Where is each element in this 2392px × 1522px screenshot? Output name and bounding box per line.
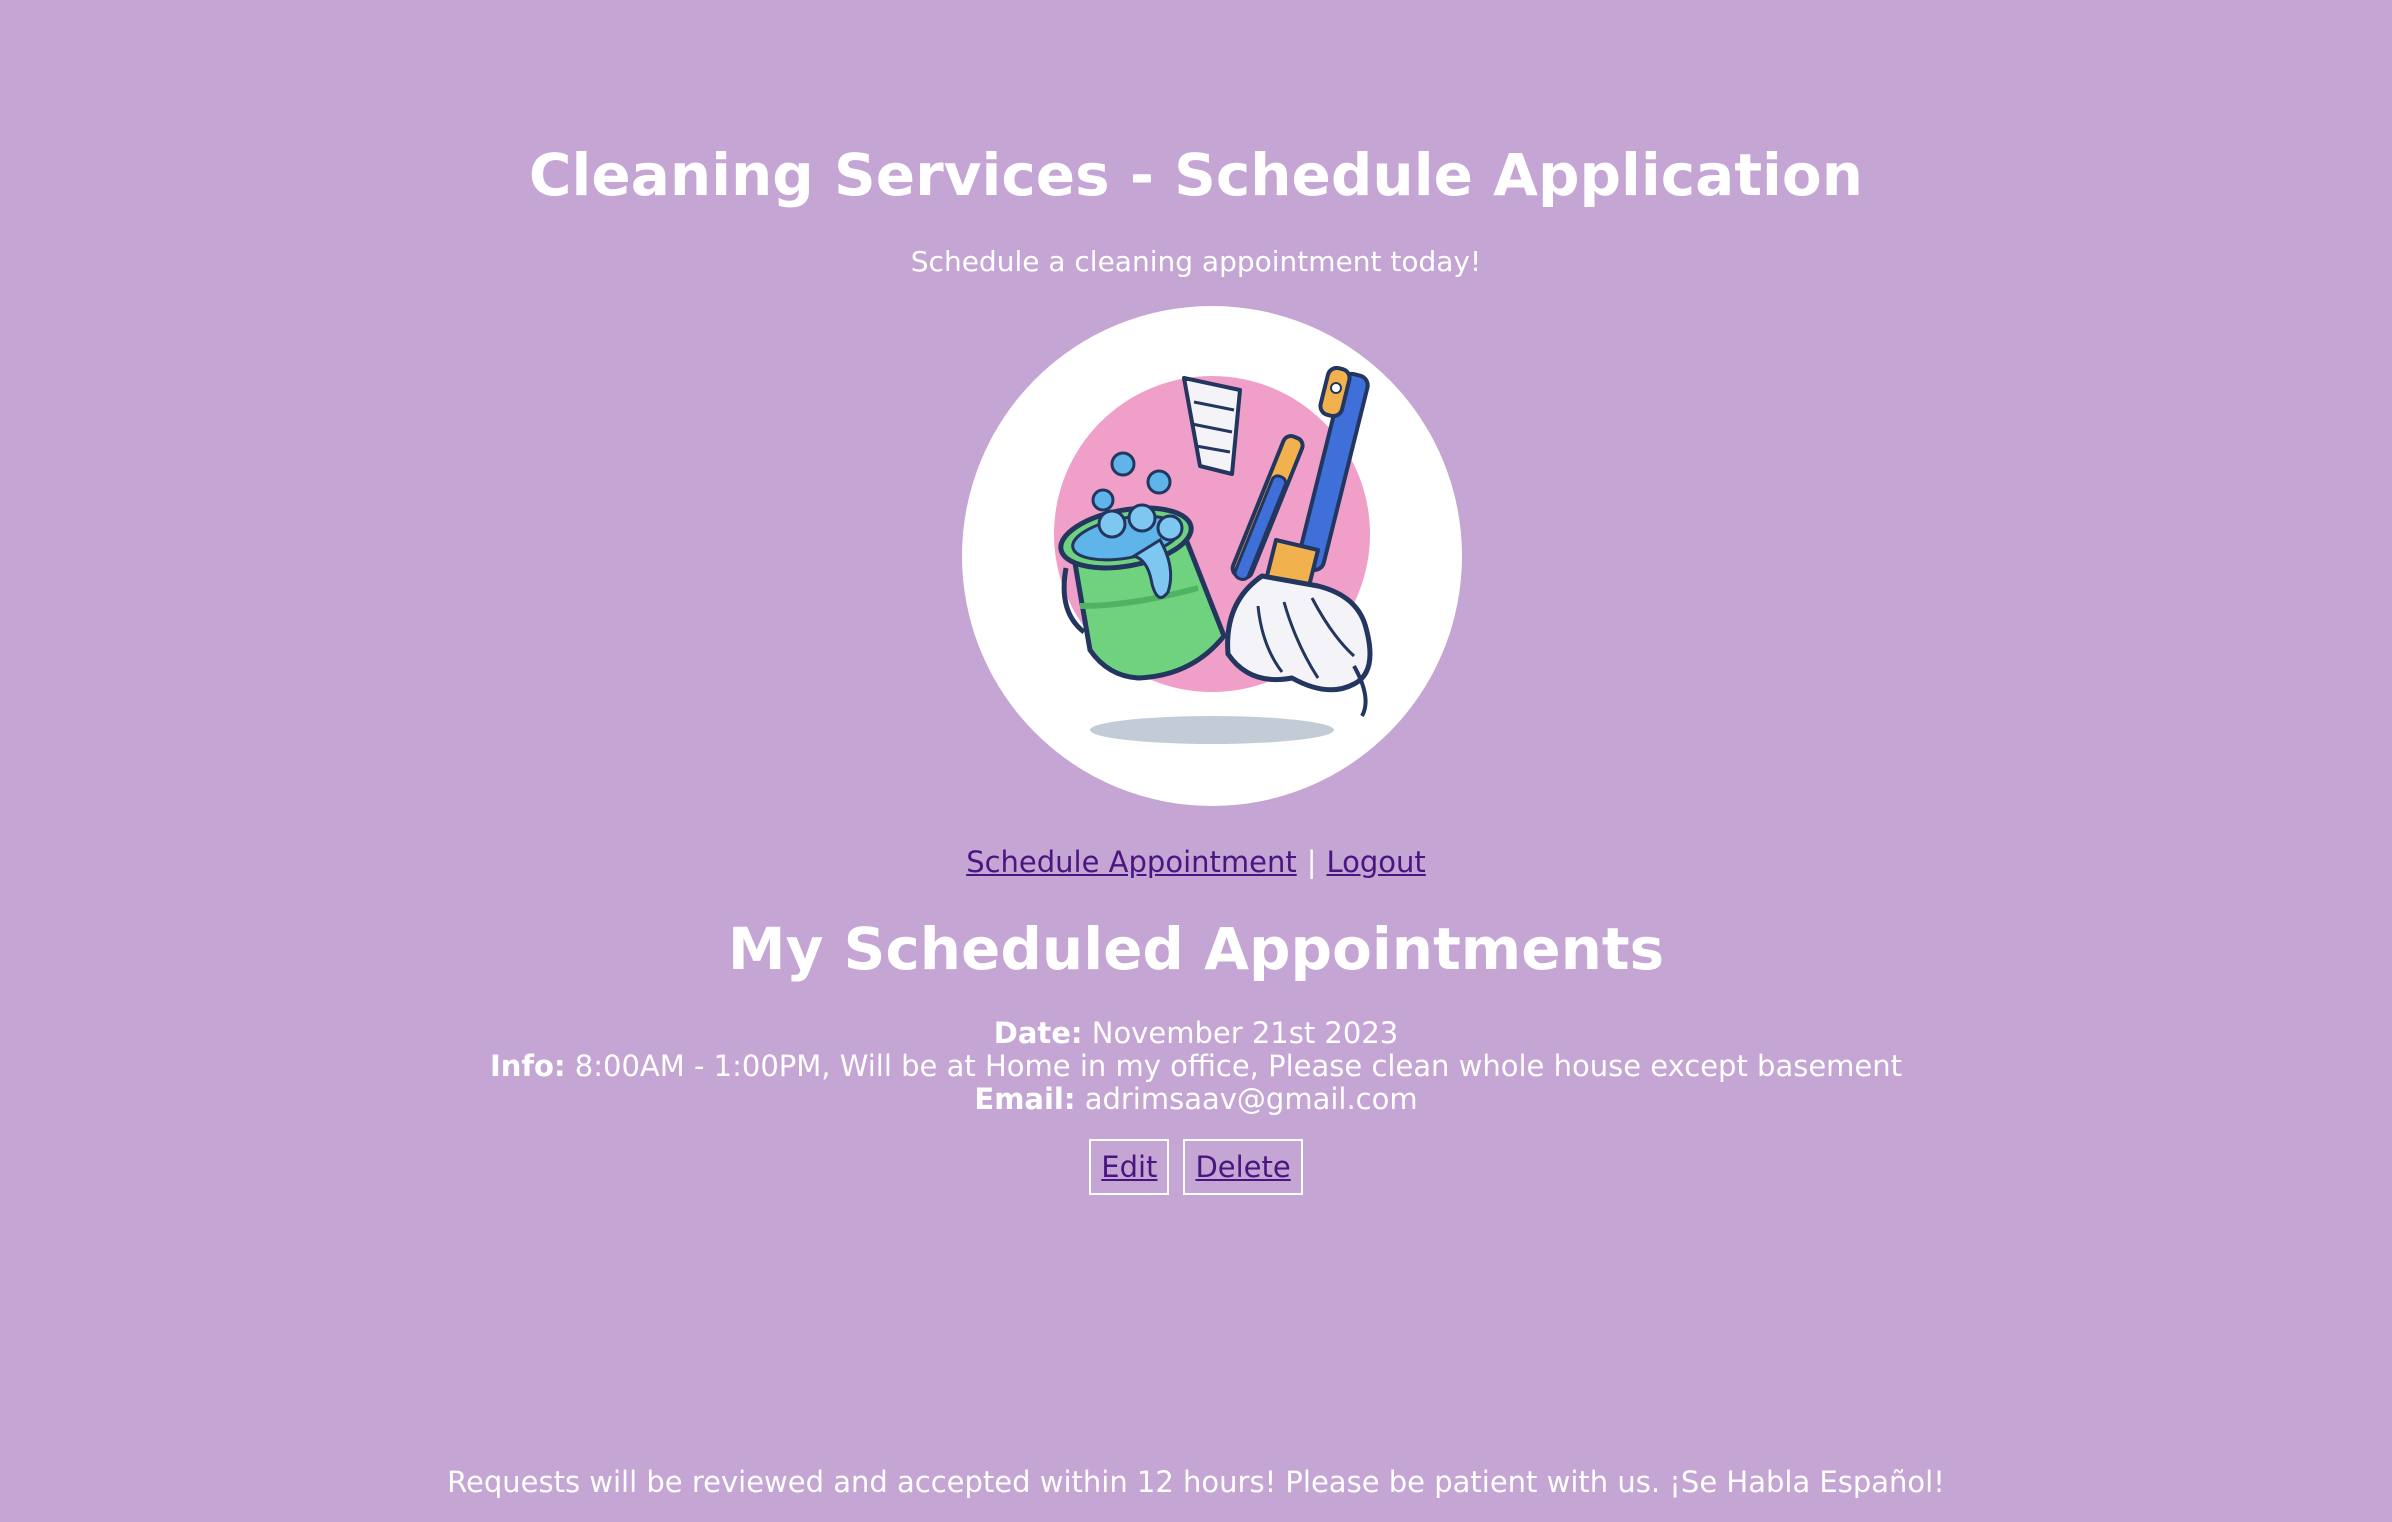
appointment-date-row: Date: November 21st 2023 xyxy=(0,1017,2392,1050)
appointment-actions: Edit Delete xyxy=(0,1139,2392,1195)
appointment-email-row: Email: adrimsaav@gmail.com xyxy=(0,1083,2392,1116)
info-value: 8:00AM - 1:00PM, Will be at Home in my o… xyxy=(574,1049,1903,1083)
delete-button[interactable]: Delete xyxy=(1183,1139,1303,1195)
edit-button[interactable]: Edit xyxy=(1089,1139,1170,1195)
appointment-info-row: Info: 8:00AM - 1:00PM, Will be at Home i… xyxy=(0,1050,2392,1083)
appointments-heading: My Scheduled Appointments xyxy=(727,915,1665,983)
logo xyxy=(962,306,1462,806)
schedule-appointment-link[interactable]: Schedule Appointment xyxy=(966,845,1297,879)
logout-link[interactable]: Logout xyxy=(1327,845,1426,879)
date-label: Date: xyxy=(993,1016,1083,1050)
nav-bar: Schedule Appointment | Logout xyxy=(0,840,2392,884)
info-label: Info: xyxy=(489,1049,566,1083)
bucket-and-mop-icon xyxy=(1054,365,1373,744)
footer-notice: Requests will be reviewed and accepted w… xyxy=(447,1465,1945,1499)
email-label: Email: xyxy=(974,1082,1076,1116)
appointment-card: Date: November 21st 2023 Info: 8:00AM - … xyxy=(0,1017,2392,1116)
date-value: November 21st 2023 xyxy=(1091,1016,1399,1050)
page-title: Cleaning Services - Schedule Application xyxy=(528,141,1864,209)
page-subtitle: Schedule a cleaning appointment today! xyxy=(910,245,1482,278)
page: Cleaning Services - Schedule Application… xyxy=(0,0,2392,1522)
email-value: adrimsaav@gmail.com xyxy=(1084,1082,1418,1116)
nav-separator: | xyxy=(1306,845,1317,879)
